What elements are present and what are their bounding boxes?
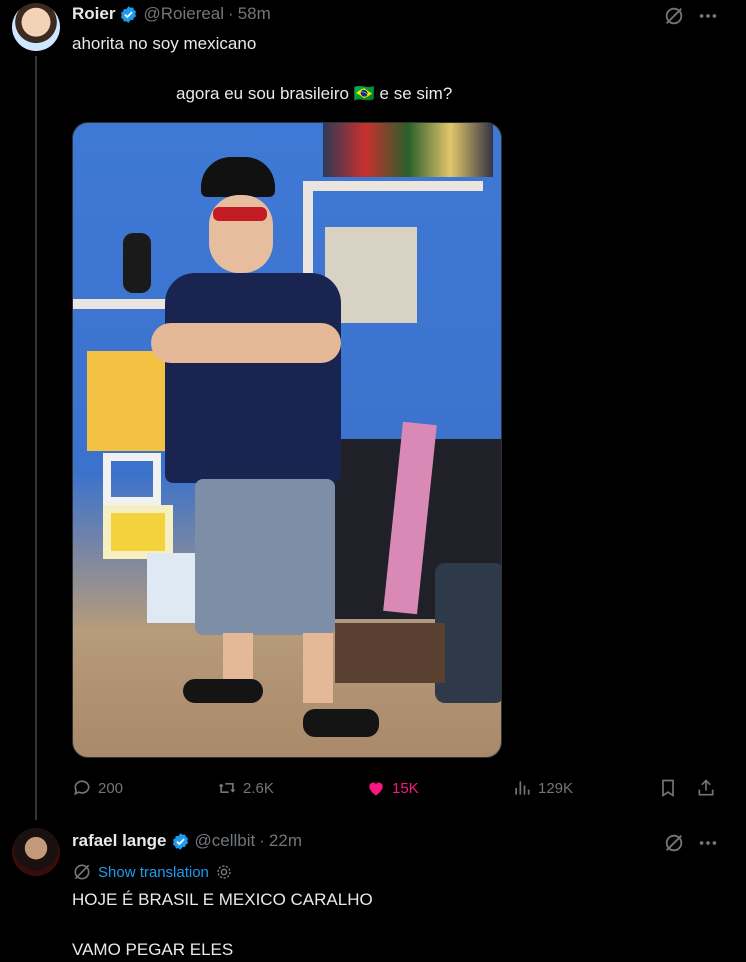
separator-dot: · <box>228 4 234 23</box>
grok-icon[interactable] <box>662 4 686 28</box>
share-icon <box>698 779 714 796</box>
views-icon <box>515 781 530 795</box>
globe-icon <box>74 864 90 880</box>
author-handle[interactable]: @Roiereal <box>143 4 224 24</box>
reply-button[interactable]: 200 <box>72 776 123 800</box>
like-count: 15K <box>392 779 419 797</box>
views-count: 129K <box>538 779 574 797</box>
retweet-count: 2.6K <box>243 779 274 797</box>
bookmark-icon <box>662 779 674 798</box>
translation-row: Show translation <box>72 862 233 882</box>
retweet-button[interactable]: 2.6K <box>217 776 274 800</box>
tweet-header: rafael lange @cellbit · 22m <box>72 831 302 851</box>
separator-dot: · <box>259 831 265 850</box>
verified-badge-icon <box>172 832 188 850</box>
avatar[interactable] <box>12 828 60 876</box>
retweet-icon <box>218 783 236 793</box>
like-icon <box>369 782 383 796</box>
reply-count: 200 <box>98 779 124 797</box>
share-button[interactable] <box>696 776 716 800</box>
author-name[interactable]: Roier <box>72 4 115 24</box>
more-icon[interactable] <box>696 831 720 855</box>
avatar[interactable] <box>12 3 60 51</box>
timestamp[interactable]: 22m <box>269 831 302 851</box>
tweet-text-line-1: HOJE É BRASIL E MEXICO CARALHO <box>72 890 373 909</box>
tweet-header: Roier @Roiereal · 58m <box>72 4 271 24</box>
tweet-text-line-1: ahorita no soy mexicano <box>72 34 257 53</box>
thread-line <box>35 56 37 820</box>
tweet-text-line-2: VAMO PEGAR ELES <box>72 940 234 959</box>
grok-icon[interactable] <box>662 831 686 855</box>
more-icon[interactable] <box>696 4 720 28</box>
tweet-photo[interactable] <box>72 122 502 758</box>
verified-badge-icon <box>121 5 137 23</box>
views-button[interactable]: 129K <box>512 776 573 800</box>
show-translation-link[interactable]: Show translation <box>98 864 209 881</box>
tweet-actions: 200 2.6K 15K 129K <box>72 776 722 800</box>
reply-icon <box>74 780 90 796</box>
author-name[interactable]: rafael lange <box>72 831 167 851</box>
author-handle[interactable]: @cellbit <box>195 831 256 851</box>
tweet-text-line-2: agora eu sou brasileiro 🇧🇷 e se sim? <box>176 84 453 103</box>
settings-icon[interactable] <box>215 863 233 881</box>
bookmark-button[interactable] <box>658 776 678 800</box>
timestamp[interactable]: 58m <box>238 4 271 24</box>
like-button[interactable]: 15K <box>366 776 419 800</box>
